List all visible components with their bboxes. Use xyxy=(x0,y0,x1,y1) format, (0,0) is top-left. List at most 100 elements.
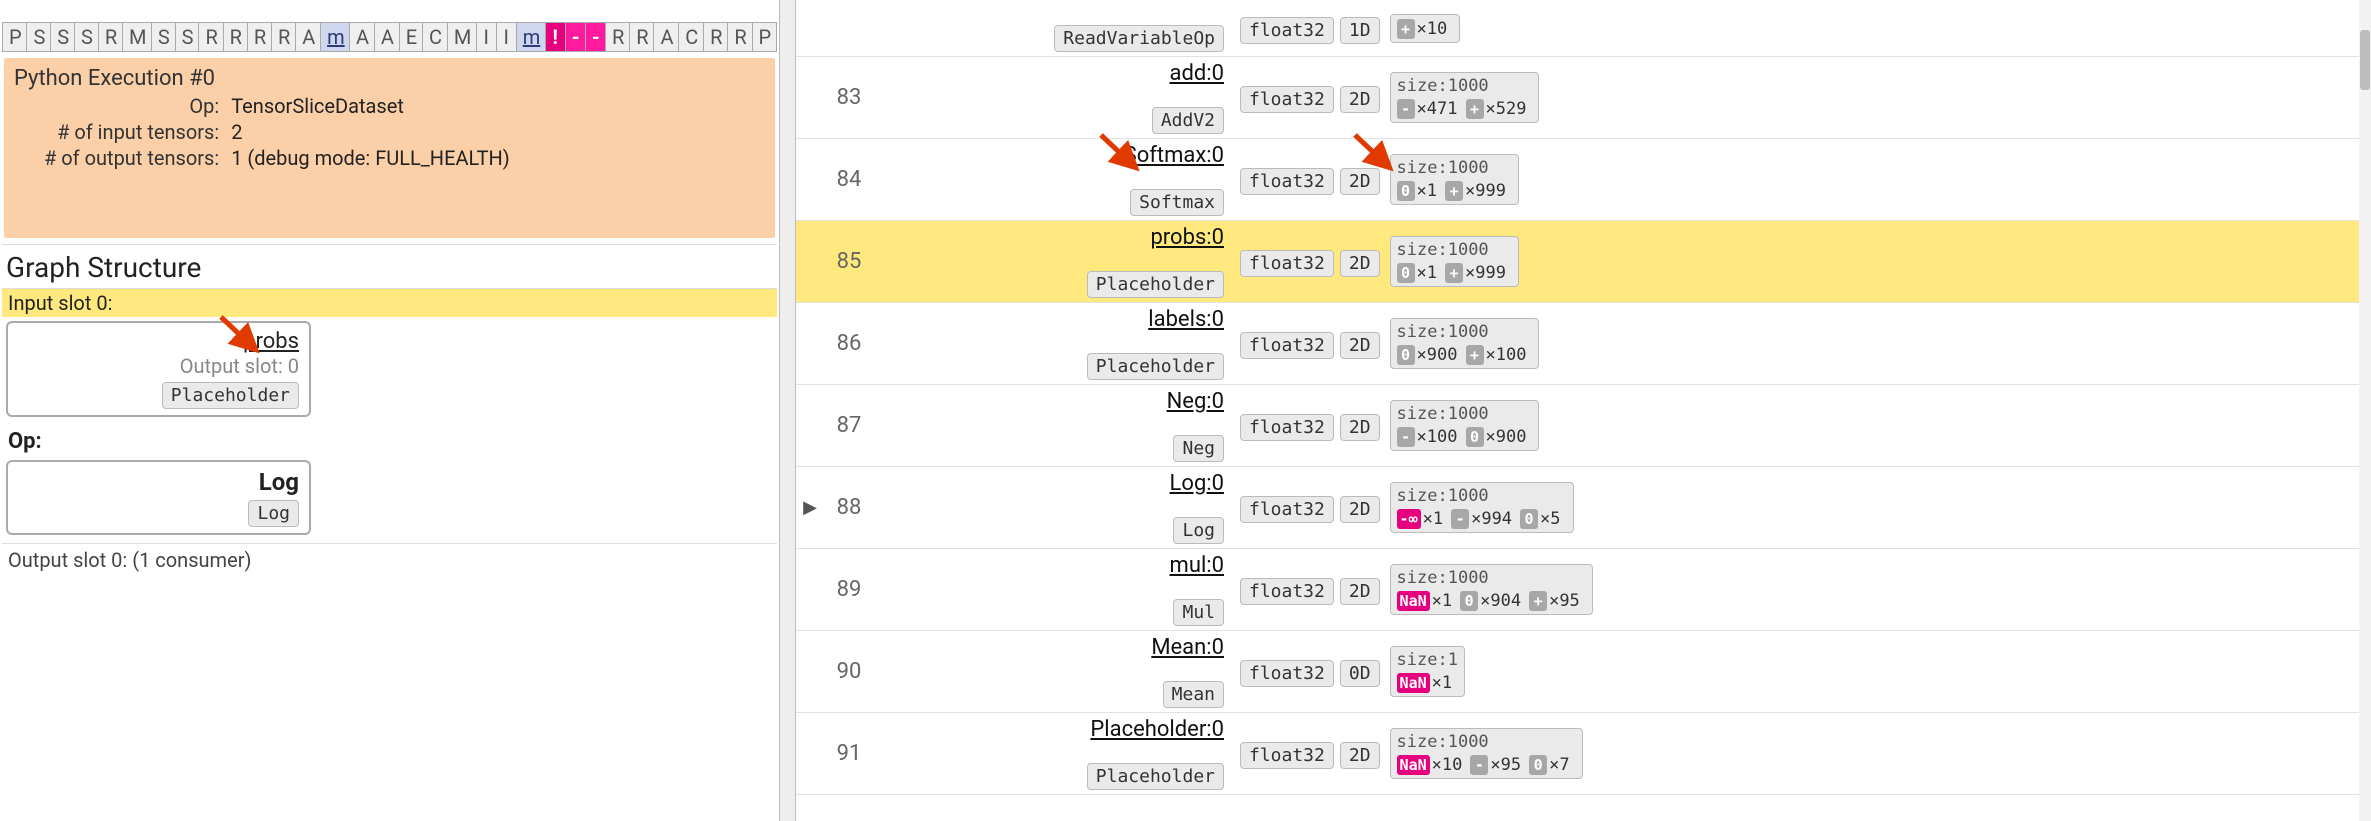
stat-tag-zero: 0 xyxy=(1520,509,1538,529)
stat-tag-zero: 0 xyxy=(1397,181,1415,201)
breadcrumb-item[interactable]: A xyxy=(349,23,374,51)
breadcrumb-item[interactable]: I xyxy=(476,23,496,51)
tensor-row[interactable]: 87Neg:0Negfloat322Dsize:1000-×1000×900 xyxy=(796,385,2371,467)
right-panel: ReadVariableOpfloat321D+×1083add:0AddV2f… xyxy=(796,0,2371,821)
tensor-name-col: Log:0 Log xyxy=(874,471,1234,544)
tensor-row[interactable]: 91Placeholder:0Placeholderfloat322Dsize:… xyxy=(796,713,2371,795)
breadcrumb-item[interactable]: I xyxy=(496,23,516,51)
stat-tag-plus: + xyxy=(1397,19,1415,39)
tensor-name-link[interactable]: probs:0 xyxy=(874,225,1224,250)
tensor-name-link[interactable]: Placeholder:0 xyxy=(874,717,1224,742)
stats-chip: size:1000NaN×10-×950×7 xyxy=(1390,728,1583,779)
dims-chip: 0D xyxy=(1340,660,1380,687)
execution-breadcrumb[interactable]: PSSSRMSSRRRRAmAAECMIIm!--RRACRRP xyxy=(2,22,777,52)
op-name: Log xyxy=(18,468,299,496)
tensor-row[interactable]: 89mul:0Mulfloat322Dsize:1000NaN×10×904+×… xyxy=(796,549,2371,631)
vertical-scrollbar[interactable] xyxy=(2359,0,2371,821)
dtype-chip: float32 xyxy=(1240,742,1334,769)
breadcrumb-item[interactable]: R xyxy=(727,23,751,51)
row-index: 91 xyxy=(824,741,874,766)
op-type-chip[interactable]: Placeholder xyxy=(1087,271,1224,298)
tensor-row[interactable]: 85probs:0Placeholderfloat322Dsize:10000×… xyxy=(796,221,2371,303)
op-type-chip[interactable]: Neg xyxy=(1173,435,1224,462)
stat-count: ×904 xyxy=(1480,591,1521,611)
stat-tag-zero: 0 xyxy=(1460,591,1478,611)
breadcrumb-item[interactable]: C xyxy=(422,23,447,51)
op-box[interactable]: Log Log xyxy=(6,460,311,535)
breadcrumb-item[interactable]: S xyxy=(175,23,199,51)
breadcrumb-item[interactable]: A xyxy=(295,23,320,51)
breadcrumb-item[interactable]: S xyxy=(50,23,74,51)
op-type-chip[interactable]: Softmax xyxy=(1130,189,1224,216)
dims-chip: 2D xyxy=(1340,496,1380,523)
stats-size: size:1000 xyxy=(1397,158,1512,180)
op-chip[interactable]: Log xyxy=(248,500,299,527)
breadcrumb-item[interactable]: R xyxy=(271,23,295,51)
stats-chip: size:1NaN×1 xyxy=(1390,646,1466,697)
tensor-name-link[interactable]: Mean:0 xyxy=(874,635,1224,660)
stats-chip: size:10000×1+×999 xyxy=(1390,154,1519,205)
breadcrumb-item[interactable]: S xyxy=(151,23,175,51)
breadcrumb-item[interactable]: R xyxy=(605,23,629,51)
breadcrumb-item[interactable]: M xyxy=(447,23,476,51)
tensor-row[interactable]: 86labels:0Placeholderfloat322Dsize:10000… xyxy=(796,303,2371,385)
op-type-chip[interactable]: Mul xyxy=(1173,599,1224,626)
breadcrumb-item[interactable]: - xyxy=(565,23,585,51)
op-type-chip[interactable]: Mean xyxy=(1163,681,1224,708)
tensor-name-col: Mean:0 Mean xyxy=(874,635,1234,708)
breadcrumb-item[interactable]: R xyxy=(247,23,271,51)
tensor-row[interactable]: 84Softmax:0Softmaxfloat322Dsize:10000×1+… xyxy=(796,139,2371,221)
breadcrumb-item[interactable]: A xyxy=(653,23,678,51)
stats-size: size:1000 xyxy=(1397,404,1533,426)
op-type-chip[interactable]: AddV2 xyxy=(1152,107,1224,134)
input-op-chip[interactable]: Placeholder xyxy=(162,382,299,409)
breadcrumb-item[interactable]: C xyxy=(678,23,703,51)
breadcrumb-item[interactable]: R xyxy=(98,23,122,51)
breadcrumb-item[interactable]: R xyxy=(629,23,653,51)
tensor-row[interactable]: 83add:0AddV2float322Dsize:1000-×471+×529 xyxy=(796,57,2371,139)
input-tensor-name[interactable]: probs xyxy=(18,329,299,354)
stat-count: ×7 xyxy=(1549,755,1569,775)
op-type-chip[interactable]: Placeholder xyxy=(1087,353,1224,380)
breadcrumb-item[interactable]: S xyxy=(74,23,98,51)
panel-splitter[interactable] xyxy=(780,0,796,821)
tensor-row[interactable]: ▶88Log:0Logfloat322Dsize:1000-∞×1-×9940×… xyxy=(796,467,2371,549)
tensor-name-link[interactable]: add:0 xyxy=(874,61,1224,86)
stat-tag-nan: NaN xyxy=(1397,591,1430,611)
breadcrumb-item[interactable]: ! xyxy=(545,23,565,51)
dtype-chip: float32 xyxy=(1240,168,1334,195)
op-type-chip[interactable]: Placeholder xyxy=(1087,763,1224,790)
op-type-chip[interactable]: ReadVariableOp xyxy=(1054,25,1224,52)
breadcrumb-item[interactable]: m xyxy=(320,23,349,51)
tensor-row[interactable]: 90Mean:0Meanfloat320Dsize:1NaN×1 xyxy=(796,631,2371,713)
tensor-name-link[interactable]: labels:0 xyxy=(874,307,1224,332)
breadcrumb-item[interactable]: A xyxy=(374,23,399,51)
input-tensor-sub: Output slot: 0 xyxy=(18,354,299,378)
input-slot-box[interactable]: probs Output slot: 0 Placeholder xyxy=(6,321,311,417)
stats-size: size:1 xyxy=(1397,650,1459,672)
tensor-name-col: Softmax:0 Softmax xyxy=(874,143,1234,216)
breadcrumb-item[interactable]: M xyxy=(122,23,151,51)
expand-toggle-icon[interactable]: ▶ xyxy=(796,497,824,518)
breadcrumb-item[interactable]: m xyxy=(516,23,545,51)
left-panel: PSSSRMSSRRRRAmAAECMIIm!--RRACRRP Python … xyxy=(0,0,780,821)
breadcrumb-item[interactable]: R xyxy=(198,23,222,51)
breadcrumb-item[interactable]: R xyxy=(703,23,727,51)
dims-chip: 2D xyxy=(1340,414,1380,441)
tensor-name-link[interactable]: Log:0 xyxy=(874,471,1224,496)
breadcrumb-item[interactable]: S xyxy=(26,23,50,51)
breadcrumb-item[interactable]: P xyxy=(752,23,776,51)
dtype-chip: float32 xyxy=(1240,332,1334,359)
op-type-chip[interactable]: Log xyxy=(1173,517,1224,544)
stat-tag-nan: NaN xyxy=(1397,673,1430,693)
stat-count: ×1 xyxy=(1432,591,1452,611)
scrollbar-thumb[interactable] xyxy=(2360,30,2370,90)
breadcrumb-item[interactable]: R xyxy=(223,23,247,51)
tensor-row[interactable]: ReadVariableOpfloat321D+×10 xyxy=(796,0,2371,57)
tensor-name-link[interactable]: mul:0 xyxy=(874,553,1224,578)
tensor-name-link[interactable]: Neg:0 xyxy=(874,389,1224,414)
breadcrumb-item[interactable]: - xyxy=(585,23,605,51)
breadcrumb-item[interactable]: E xyxy=(399,23,422,51)
tensor-name-link[interactable]: Softmax:0 xyxy=(874,143,1224,168)
breadcrumb-item[interactable]: P xyxy=(2,23,26,51)
